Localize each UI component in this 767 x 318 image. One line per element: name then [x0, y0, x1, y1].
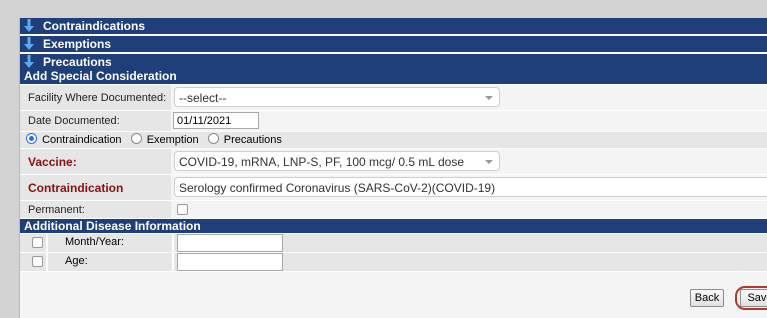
facility-select-value: --select--	[179, 91, 227, 105]
age-label: Age:	[65, 255, 88, 267]
facility-label: Facility Where Documented:	[20, 85, 178, 110]
contraindication-row: Contraindication Serology confirmed Coro…	[20, 175, 767, 201]
age-row: Age:	[20, 253, 767, 272]
back-button[interactable]: Back	[690, 289, 724, 307]
month-year-row: Month/Year:	[20, 234, 767, 253]
immunization-panel: Contraindications Exemptions Precautions…	[19, 18, 767, 318]
save-highlight-callout	[735, 286, 767, 310]
contraindication-label: Contraindication	[20, 175, 178, 200]
add-special-consideration-header: Add Special Consideration	[20, 69, 767, 85]
arrow-down-icon	[24, 19, 34, 32]
radio-label: Contraindication	[42, 134, 122, 146]
vaccine-select[interactable]: COVID-19, mRNA, LNP-S, PF, 100 mcg/ 0.5 …	[174, 151, 500, 171]
month-year-label: Month/Year:	[65, 236, 124, 248]
month-year-checkbox[interactable]	[32, 237, 43, 248]
permanent-checkbox[interactable]	[177, 204, 188, 215]
arrow-down-icon	[24, 55, 34, 68]
arrow-down-icon	[24, 37, 34, 50]
radio-exemption[interactable]	[130, 133, 142, 144]
radio-label: Exemption	[146, 134, 199, 146]
section-precautions[interactable]: Precautions	[20, 54, 767, 69]
chevron-down-icon	[485, 160, 493, 164]
permanent-label: Permanent:	[20, 201, 178, 218]
month-year-input[interactable]	[177, 234, 283, 252]
age-checkbox[interactable]	[32, 256, 43, 267]
section-contraindications[interactable]: Contraindications	[20, 18, 767, 36]
section-label: Contraindications	[43, 19, 146, 33]
radio-precautions[interactable]	[207, 133, 219, 144]
facility-row: Facility Where Documented: --select--	[20, 85, 767, 111]
contraindication-select-value: Serology confirmed Coronavirus (SARS-CoV…	[179, 181, 496, 195]
type-radio-group: Contraindication Exemption Precautions	[20, 132, 767, 149]
date-row: Date Documented: 01/11/2021	[20, 111, 767, 132]
section-label: Exemptions	[43, 37, 112, 51]
date-input[interactable]: 01/11/2021	[173, 112, 259, 129]
radio-label: Precautions	[223, 134, 282, 146]
section-label: Precautions	[43, 55, 112, 69]
facility-select[interactable]: --select--	[174, 87, 500, 107]
age-input[interactable]	[177, 253, 283, 271]
vaccine-select-value: COVID-19, mRNA, LNP-S, PF, 100 mcg/ 0.5 …	[179, 155, 464, 169]
permanent-row: Permanent:	[20, 201, 767, 219]
date-label: Date Documented:	[20, 111, 178, 131]
vaccine-row: Vaccine: COVID-19, mRNA, LNP-S, PF, 100 …	[20, 149, 767, 175]
section-exemptions[interactable]: Exemptions	[20, 36, 767, 54]
vaccine-label: Vaccine:	[20, 149, 178, 174]
chevron-down-icon	[485, 96, 493, 100]
radio-contraindication[interactable]	[26, 133, 37, 144]
additional-disease-header: Additional Disease Information	[20, 219, 767, 234]
contraindication-select[interactable]: Serology confirmed Coronavirus (SARS-CoV…	[174, 177, 767, 197]
